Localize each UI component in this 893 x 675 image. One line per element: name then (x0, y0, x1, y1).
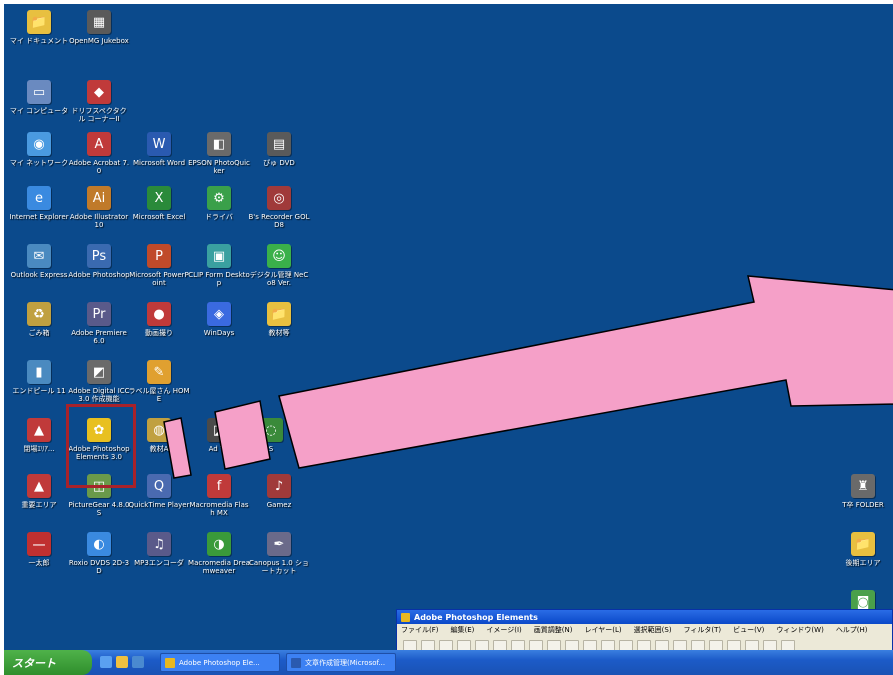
quicklaunch-desktop-icon[interactable] (132, 656, 144, 668)
taskbar-button[interactable]: Adobe Photoshop Ele... (160, 653, 280, 672)
quicklaunch-ie-icon[interactable] (100, 656, 112, 668)
pse-menu-item[interactable]: 選択範囲(S) (634, 625, 672, 635)
start-button[interactable]: スタート (4, 650, 92, 675)
quicklaunch-media-icon[interactable] (116, 656, 128, 668)
task-icon (291, 657, 301, 668)
pse-titlebar[interactable]: Adobe Photoshop Elements (397, 610, 892, 624)
taskbar: スタート Adobe Photoshop Ele... 文章作成管理(Micros… (4, 650, 893, 675)
task-label: 文章作成管理(Microsof... (305, 658, 386, 667)
pse-menu-item[interactable]: イメージ(I) (486, 625, 521, 635)
pse-menu-item[interactable]: フィルタ(T) (684, 625, 722, 635)
arrow-dash-1 (163, 417, 192, 479)
task-icon (165, 657, 175, 668)
pse-menu-item[interactable]: ビュー(V) (733, 625, 764, 635)
start-label: スタート (12, 656, 56, 670)
pse-app-icon (401, 612, 410, 622)
pse-menu-item[interactable]: ヘルプ(H) (836, 625, 868, 635)
pse-menubar: ファイル(F) 編集(E) イメージ(I) 画質調整(N) レイヤー(L) 選択範囲(S)… (397, 624, 892, 636)
arrow-body (278, 275, 893, 469)
pse-menu-item[interactable]: ウィンドウ(W) (776, 625, 823, 635)
desktop[interactable]: 📁 マイ ドキュメント ▦ OpenMG Jukebox ▭ マイ コンピュータ ◆ ドリフス… (4, 4, 893, 650)
pse-title: Adobe Photoshop Elements (414, 612, 538, 622)
task-label: Adobe Photoshop Ele... (179, 658, 260, 667)
pse-menu-item[interactable]: ファイル(F) (401, 625, 439, 635)
pse-menu-item[interactable]: 画質調整(N) (534, 625, 573, 635)
arrow-dash-2 (214, 400, 271, 470)
pse-menu-item[interactable]: レイヤー(L) (584, 625, 621, 635)
pse-menu-item[interactable]: 編集(E) (451, 625, 475, 635)
pointer-arrow (163, 275, 893, 479)
taskbar-button[interactable]: 文章作成管理(Microsof... (286, 653, 396, 672)
